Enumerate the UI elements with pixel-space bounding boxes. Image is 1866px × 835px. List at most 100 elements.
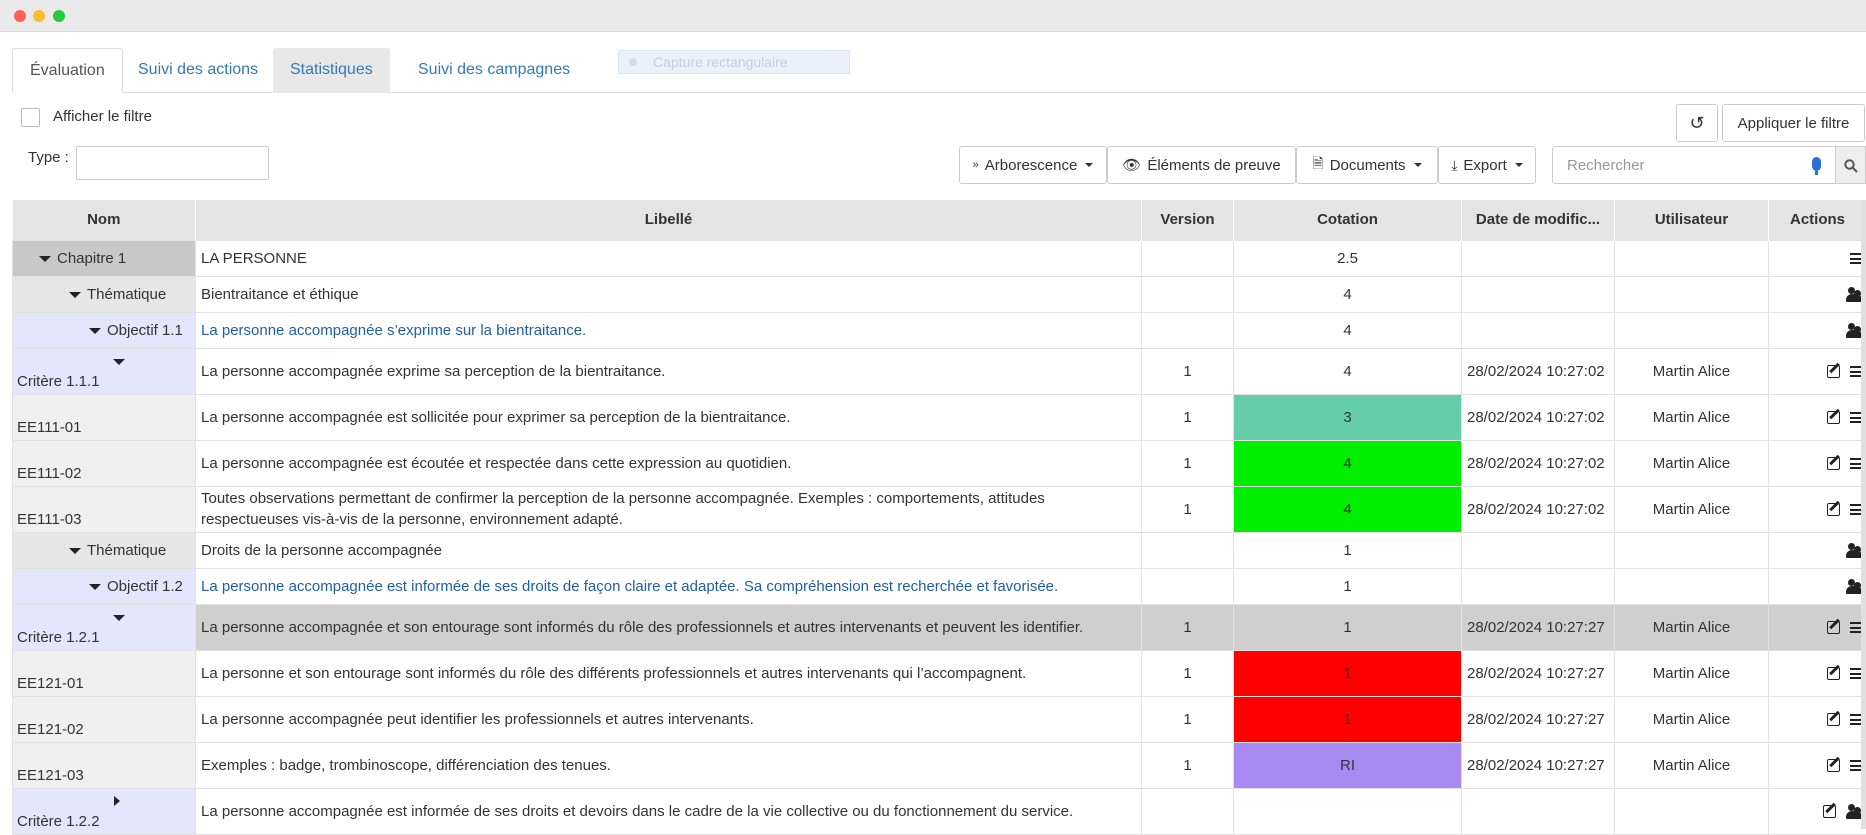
- apply-filter-button[interactable]: Appliquer le filtre: [1722, 104, 1865, 142]
- table-row[interactable]: Chapitre 1 LA PERSONNE 2.5: [13, 240, 1866, 276]
- table-row[interactable]: EE121-03 Exemples : badge, trombinoscope…: [13, 742, 1866, 788]
- row-name: EE121-01: [17, 675, 84, 692]
- edit-icon[interactable]: [1827, 411, 1840, 424]
- documents-label: Documents: [1330, 157, 1406, 174]
- row-name-cell: Objectif 1.2: [13, 568, 196, 604]
- refresh-button[interactable]: ↺: [1676, 104, 1718, 142]
- edit-icon[interactable]: [1827, 759, 1840, 772]
- export-dropdown[interactable]: ⤓ Export: [1438, 146, 1536, 184]
- row-date: [1462, 532, 1615, 568]
- collapse-arrow-icon[interactable]: [113, 615, 125, 621]
- row-user: [1615, 276, 1769, 312]
- table-row[interactable]: Critère 1.2.2 La personne accompagnée es…: [13, 788, 1866, 834]
- collapse-arrow-icon[interactable]: [89, 328, 101, 334]
- search-icon: [1844, 159, 1858, 173]
- row-version: 1: [1142, 604, 1234, 650]
- row-actions: [1769, 604, 1866, 650]
- table-row[interactable]: EE111-03 Toutes observations permettant …: [13, 486, 1866, 532]
- tab-statistiques[interactable]: Statistiques: [273, 48, 390, 93]
- minimize-window-button[interactable]: [33, 10, 45, 22]
- row-label: La personne accompagnée et son entourage…: [196, 604, 1142, 650]
- column-header-cotation[interactable]: Cotation: [1234, 200, 1462, 240]
- row-date: 28/02/2024 10:27:27: [1462, 742, 1615, 788]
- table-row[interactable]: Objectif 1.1 La personne accompagnée s’e…: [13, 312, 1866, 348]
- table-row[interactable]: EE111-02 La personne accompagnée est éco…: [13, 440, 1866, 486]
- row-cotation: 1: [1234, 568, 1462, 604]
- edit-icon[interactable]: [1827, 365, 1840, 378]
- tab-suivi-actions[interactable]: Suivi des actions: [121, 48, 275, 93]
- table-row[interactable]: Thématique Bientraitance et éthique 4: [13, 276, 1866, 312]
- column-header-actions: Actions: [1769, 200, 1866, 240]
- proof-elements-button[interactable]: 👁 Éléments de preuve: [1107, 146, 1296, 184]
- collapse-arrow-icon[interactable]: [69, 548, 81, 554]
- collapse-arrow-icon[interactable]: [113, 359, 125, 365]
- row-cotation: [1234, 788, 1462, 834]
- column-header-libelle[interactable]: Libellé: [196, 200, 1142, 240]
- row-name-cell: Thématique: [13, 532, 196, 568]
- tree-view-dropdown[interactable]: » Arborescence: [959, 146, 1107, 184]
- row-label: La personne accompagnée exprime sa perce…: [196, 348, 1142, 394]
- microphone-icon[interactable]: [1812, 157, 1821, 171]
- row-date: [1462, 312, 1615, 348]
- column-header-utilisateur[interactable]: Utilisateur: [1615, 200, 1769, 240]
- table-row[interactable]: Objectif 1.2 La personne accompagnée est…: [13, 568, 1866, 604]
- collapse-arrow-icon[interactable]: [89, 584, 101, 590]
- row-actions: [1769, 440, 1866, 486]
- collapse-arrow-icon[interactable]: [39, 256, 51, 262]
- row-name-cell: Critère 1.1.1: [13, 348, 196, 394]
- tree-view-label: Arborescence: [985, 157, 1078, 174]
- show-filter-checkbox[interactable]: [21, 108, 40, 127]
- row-label: La personne et son entourage sont inform…: [196, 650, 1142, 696]
- row-name: Critère 1.2.2: [17, 813, 100, 830]
- collapse-arrow-icon[interactable]: [69, 292, 81, 298]
- expand-arrow-icon[interactable]: [114, 796, 120, 806]
- row-label[interactable]: La personne accompagnée est informée de …: [196, 568, 1142, 604]
- row-actions: [1769, 532, 1866, 568]
- row-version: [1142, 788, 1234, 834]
- users-icon[interactable]: [1846, 579, 1862, 594]
- users-icon[interactable]: [1846, 804, 1862, 819]
- table-scrollbar[interactable]: [1861, 200, 1866, 829]
- evaluation-table: Nom Libellé Version Cotation Date de mod…: [12, 200, 1866, 835]
- table-row[interactable]: EE111-01 La personne accompagnée est sol…: [13, 394, 1866, 440]
- table-row-selected[interactable]: Critère 1.2.1 La personne accompagnée et…: [13, 604, 1866, 650]
- edit-icon[interactable]: [1827, 713, 1840, 726]
- search-input[interactable]: [1553, 147, 1793, 183]
- row-actions: [1769, 788, 1866, 834]
- row-name-cell: EE111-02: [13, 440, 196, 486]
- users-icon[interactable]: [1846, 287, 1862, 302]
- row-user: [1615, 312, 1769, 348]
- users-icon[interactable]: [1846, 543, 1862, 558]
- table-row[interactable]: Thématique Droits de la personne accompa…: [13, 532, 1866, 568]
- search-button[interactable]: [1836, 146, 1866, 184]
- row-label: Exemples : badge, trombinoscope, différe…: [196, 742, 1142, 788]
- table-row[interactable]: Critère 1.1.1 La personne accompagnée ex…: [13, 348, 1866, 394]
- edit-icon[interactable]: [1827, 503, 1840, 516]
- row-label[interactable]: La personne accompagnée s’exprime sur la…: [196, 312, 1142, 348]
- table-row[interactable]: EE121-01 La personne et son entourage so…: [13, 650, 1866, 696]
- row-date: 28/02/2024 10:27:02: [1462, 440, 1615, 486]
- column-header-nom[interactable]: Nom: [13, 200, 196, 240]
- edit-icon[interactable]: [1827, 621, 1840, 634]
- documents-dropdown[interactable]: 🗎 Documents: [1296, 146, 1438, 184]
- column-header-date[interactable]: Date de modific...: [1462, 200, 1615, 240]
- close-window-button[interactable]: [14, 10, 26, 22]
- window-titlebar: [0, 0, 1866, 32]
- table-row[interactable]: EE121-02 La personne accompagnée peut id…: [13, 696, 1866, 742]
- tab-suivi-campagnes[interactable]: Suivi des campagnes: [401, 48, 587, 93]
- row-user: Martin Alice: [1615, 394, 1769, 440]
- row-cotation: 1: [1234, 696, 1462, 742]
- edit-icon[interactable]: [1823, 805, 1836, 818]
- type-input[interactable]: [76, 146, 269, 180]
- refresh-icon: ↺: [1689, 113, 1704, 134]
- maximize-window-button[interactable]: [53, 10, 65, 22]
- edit-icon[interactable]: [1827, 667, 1840, 680]
- users-icon[interactable]: [1846, 323, 1862, 338]
- row-cotation: 4: [1234, 312, 1462, 348]
- tab-evaluation[interactable]: Évaluation: [12, 48, 123, 93]
- row-actions: [1769, 276, 1866, 312]
- column-header-version[interactable]: Version: [1142, 200, 1234, 240]
- row-name: EE121-03: [17, 767, 84, 784]
- row-name-cell: Critère 1.2.2: [13, 788, 196, 834]
- edit-icon[interactable]: [1827, 457, 1840, 470]
